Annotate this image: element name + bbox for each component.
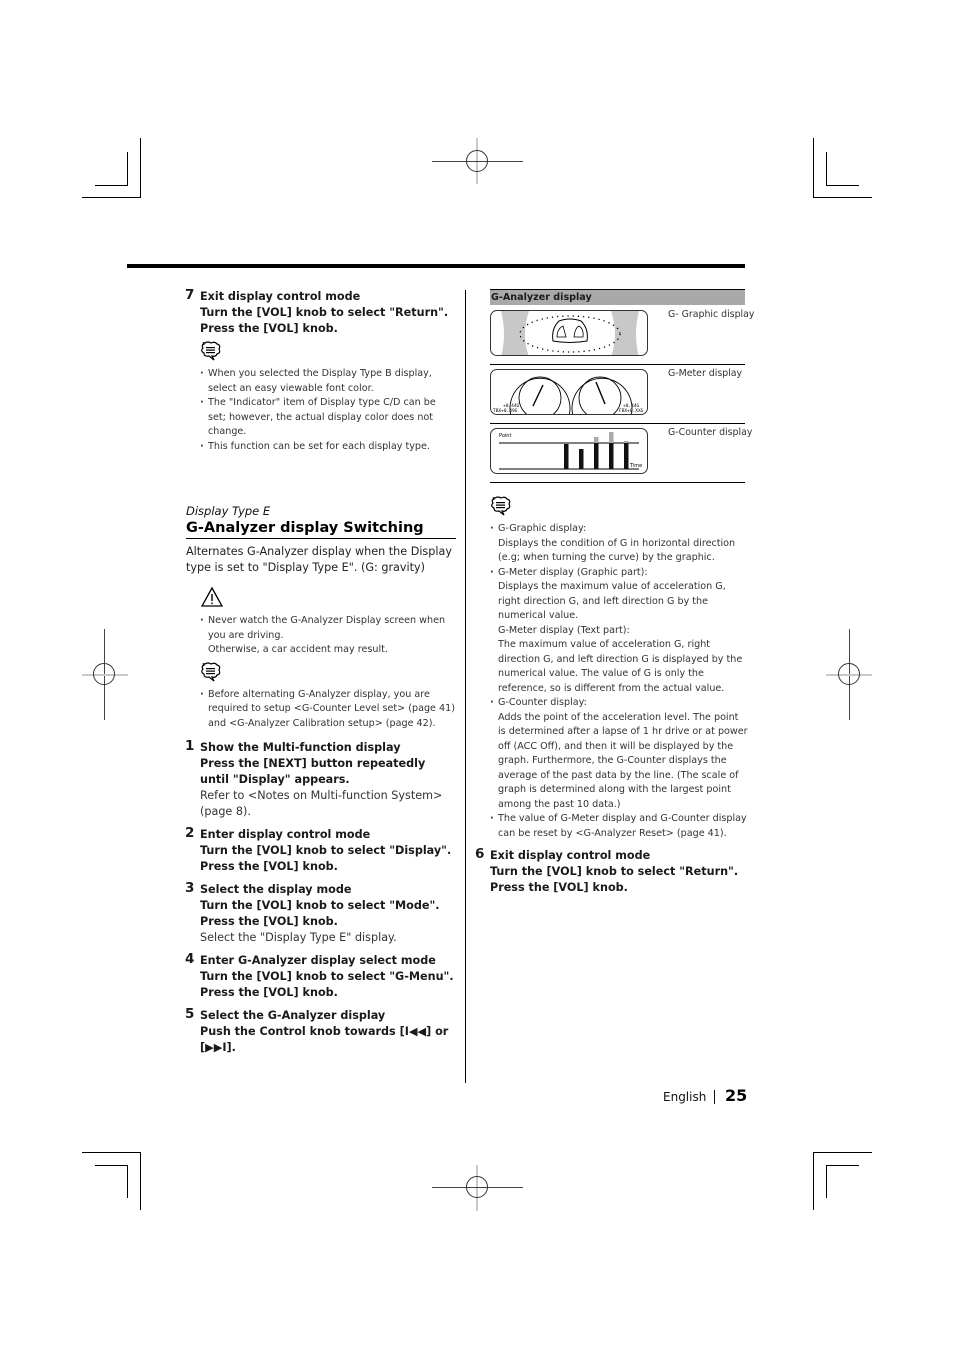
page-number: 25 <box>725 1086 748 1105</box>
g-counter-axis-x: Time <box>629 463 642 469</box>
footer-language: English <box>663 1090 707 1104</box>
step-line: Press the [VOL] knob. <box>200 915 338 928</box>
warning-notes: Never watch the G-Analyzer Display scree… <box>186 614 456 658</box>
g-meter-readout-left-2: TBX+0.49G <box>493 408 518 414</box>
step-5: 5 Select the G-Analyzer display Push the… <box>185 1006 456 1056</box>
panel-divider <box>490 482 745 483</box>
note-item: The value of G-Meter display and G-Count… <box>490 812 748 841</box>
note-item: The "Indicator" item of Display type C/D… <box>200 396 456 440</box>
step-number: 7 <box>185 287 195 303</box>
step-number: 1 <box>185 738 195 754</box>
warning-item: Never watch the G-Analyzer Display scree… <box>200 614 456 658</box>
note-icon <box>491 496 511 516</box>
step-line: Press the [VOL] knob. <box>200 860 338 873</box>
step-line: Push the Control knob towards [I◀◀] or [… <box>200 1025 449 1054</box>
g-counter-axis-y: Point <box>499 433 511 439</box>
g-counter-svg: Point Time <box>499 432 642 470</box>
step-line: Turn the [VOL] knob to select "Return". <box>200 306 449 319</box>
step-7-notes: When you selected the Display Type B dis… <box>186 367 456 454</box>
step-3: 3 Select the display mode Turn the [VOL]… <box>185 880 456 946</box>
note-item: This function can be set for each displa… <box>200 440 456 455</box>
g-counter-bar-excess <box>594 437 599 443</box>
step-title: Select the display mode <box>200 883 352 896</box>
g-meter-display-illustration: +0.44G TBX+0.49G +0.44G FBX+0.XXG <box>490 369 648 415</box>
step-number: 4 <box>185 951 195 967</box>
section-intro: Alternates G-Analyzer display when the D… <box>186 545 452 574</box>
g-counter-label: G-Counter display <box>668 427 753 438</box>
step-line: Turn the [VOL] knob to select "Display". <box>200 844 452 857</box>
note-item: When you selected the Display Type B dis… <box>200 367 456 396</box>
heading-rule <box>186 538 456 539</box>
g-analyzer-table-header: G-Analyzer display <box>490 289 745 305</box>
g-meter-readout-right-2: FBX+0.XXG <box>619 408 644 414</box>
g-counter-bar <box>624 443 629 469</box>
g-meter-svg: +0.44G TBX+0.49G +0.44G FBX+0.XXG <box>493 376 644 414</box>
g-analyzer-notes: G-Graphic display: Displays the conditio… <box>476 522 748 841</box>
section-subheading: Display Type E <box>186 504 271 518</box>
step-6: 6 Exit display control mode Turn the [VO… <box>475 846 748 896</box>
step-2: 2 Enter display control mode Turn the [V… <box>185 825 456 875</box>
step-7: 7 Exit display control mode Turn the [VO… <box>185 287 456 337</box>
note-item: G-Counter display: Adds the point of the… <box>490 696 748 812</box>
g-graphic-display-illustration <box>490 310 648 356</box>
step-number: 3 <box>185 880 195 896</box>
step-title: Select the G-Analyzer display <box>200 1009 386 1022</box>
note-item: G-Graphic display: Displays the conditio… <box>490 522 748 566</box>
left-column: 7 Exit display control mode Turn the [VO… <box>185 287 456 1056</box>
step-line: Turn the [VOL] knob to select "Return". <box>490 865 739 878</box>
section-heading: G-Analyzer display Switching <box>186 520 424 536</box>
note-item: Before alternating G-Analyzer display, y… <box>200 688 456 732</box>
step-line: Press the [VOL] knob. <box>200 322 338 335</box>
g-counter-bar-excess <box>624 441 629 443</box>
step-line: Turn the [VOL] knob to select "G-Menu". <box>200 970 454 983</box>
setup-notes: Before alternating G-Analyzer display, y… <box>186 688 456 732</box>
step-line: Turn the [VOL] knob to select "Mode". <box>200 899 440 912</box>
step-number: 6 <box>475 846 485 862</box>
g-counter-bar <box>594 443 599 469</box>
column-divider <box>465 290 466 1083</box>
step-line: Press the [NEXT] button repeatedly until… <box>200 757 426 786</box>
step-4: 4 Enter G-Analyzer display select mode T… <box>185 951 456 1001</box>
right-column-notes: G-Graphic display: Displays the conditio… <box>475 492 748 896</box>
step-title: Exit display control mode <box>490 849 651 862</box>
step-number: 5 <box>185 1006 195 1022</box>
g-counter-display-illustration: Point Time <box>490 428 648 474</box>
step-title: Enter display control mode <box>200 828 371 841</box>
g-counter-bar <box>564 444 569 469</box>
panel-divider <box>490 423 745 424</box>
note-icon <box>201 661 221 681</box>
header-rule <box>127 264 745 268</box>
step-line: Press the [VOL] knob. <box>490 881 628 894</box>
step-title: Exit display control mode <box>200 290 361 303</box>
g-graphic-label: G- Graphic display <box>668 309 755 320</box>
g-meter-label: G-Meter display <box>668 368 743 379</box>
panel-divider <box>490 364 745 365</box>
note-icon <box>201 341 221 361</box>
footer-separator <box>714 1090 715 1104</box>
step-title: Show the Multi-function display <box>200 741 401 754</box>
step-title: Enter G-Analyzer display select mode <box>200 954 436 967</box>
step-plain: Refer to <Notes on Multi-function System… <box>200 789 443 818</box>
warning-icon <box>200 586 224 607</box>
g-graphic-svg <box>501 311 639 355</box>
g-counter-bar <box>609 443 614 469</box>
step-line: Press the [VOL] knob. <box>200 986 338 999</box>
step-number: 2 <box>185 825 195 841</box>
note-item: G-Meter display (Graphic part): Displays… <box>490 566 748 697</box>
g-counter-bar <box>579 449 584 469</box>
step-1: 1 Show the Multi-function display Press … <box>185 738 456 820</box>
step-plain: Select the "Display Type E" display. <box>200 931 397 944</box>
g-counter-bar-excess <box>609 432 614 443</box>
